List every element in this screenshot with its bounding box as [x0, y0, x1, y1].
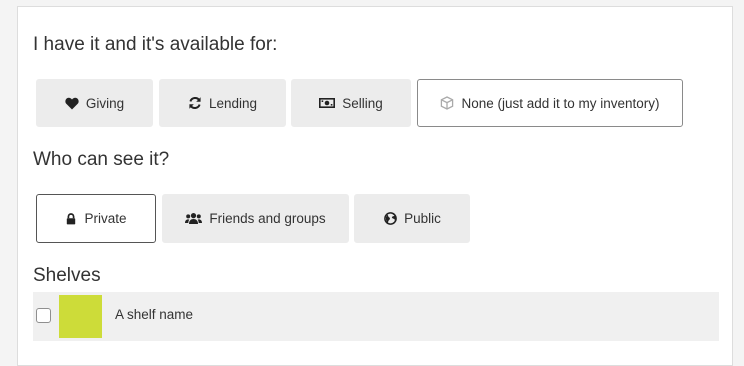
availability-option-selling[interactable]: Selling: [291, 79, 411, 127]
availability-option-label: Giving: [85, 95, 125, 111]
cube-icon: [440, 96, 454, 110]
availability-heading: I have it and it's available for:: [33, 34, 278, 55]
shelf-checkbox[interactable]: [36, 308, 51, 323]
lock-icon: [65, 212, 77, 226]
globe-icon: [383, 212, 397, 226]
availability-option-none[interactable]: None (just add it to my inventory): [417, 79, 683, 127]
money-icon: [319, 96, 336, 110]
shelf-color-swatch: [59, 295, 102, 338]
shelves-heading: Shelves: [33, 265, 101, 286]
visibility-option-private[interactable]: Private: [36, 194, 156, 243]
availability-option-giving[interactable]: Giving: [36, 79, 153, 127]
users-icon: [185, 212, 203, 226]
availability-option-label: Lending: [208, 95, 258, 111]
visibility-heading: Who can see it?: [33, 149, 170, 170]
visibility-option-public[interactable]: Public: [354, 194, 470, 243]
heart-icon: [65, 96, 79, 110]
visibility-option-friends-and-groups[interactable]: Friends and groups: [162, 194, 349, 243]
shelf-name: A shelf name: [115, 307, 194, 322]
visibility-option-label: Public: [404, 211, 441, 226]
visibility-option-label: Friends and groups: [209, 211, 326, 226]
visibility-option-label: Private: [84, 211, 127, 226]
shelf-list-item[interactable]: A shelf name: [33, 292, 719, 341]
availability-option-label: None (just add it to my inventory): [461, 95, 660, 111]
availability-option-label: Selling: [342, 95, 383, 111]
refresh-icon: [188, 96, 202, 110]
availability-option-lending[interactable]: Lending: [159, 79, 286, 127]
